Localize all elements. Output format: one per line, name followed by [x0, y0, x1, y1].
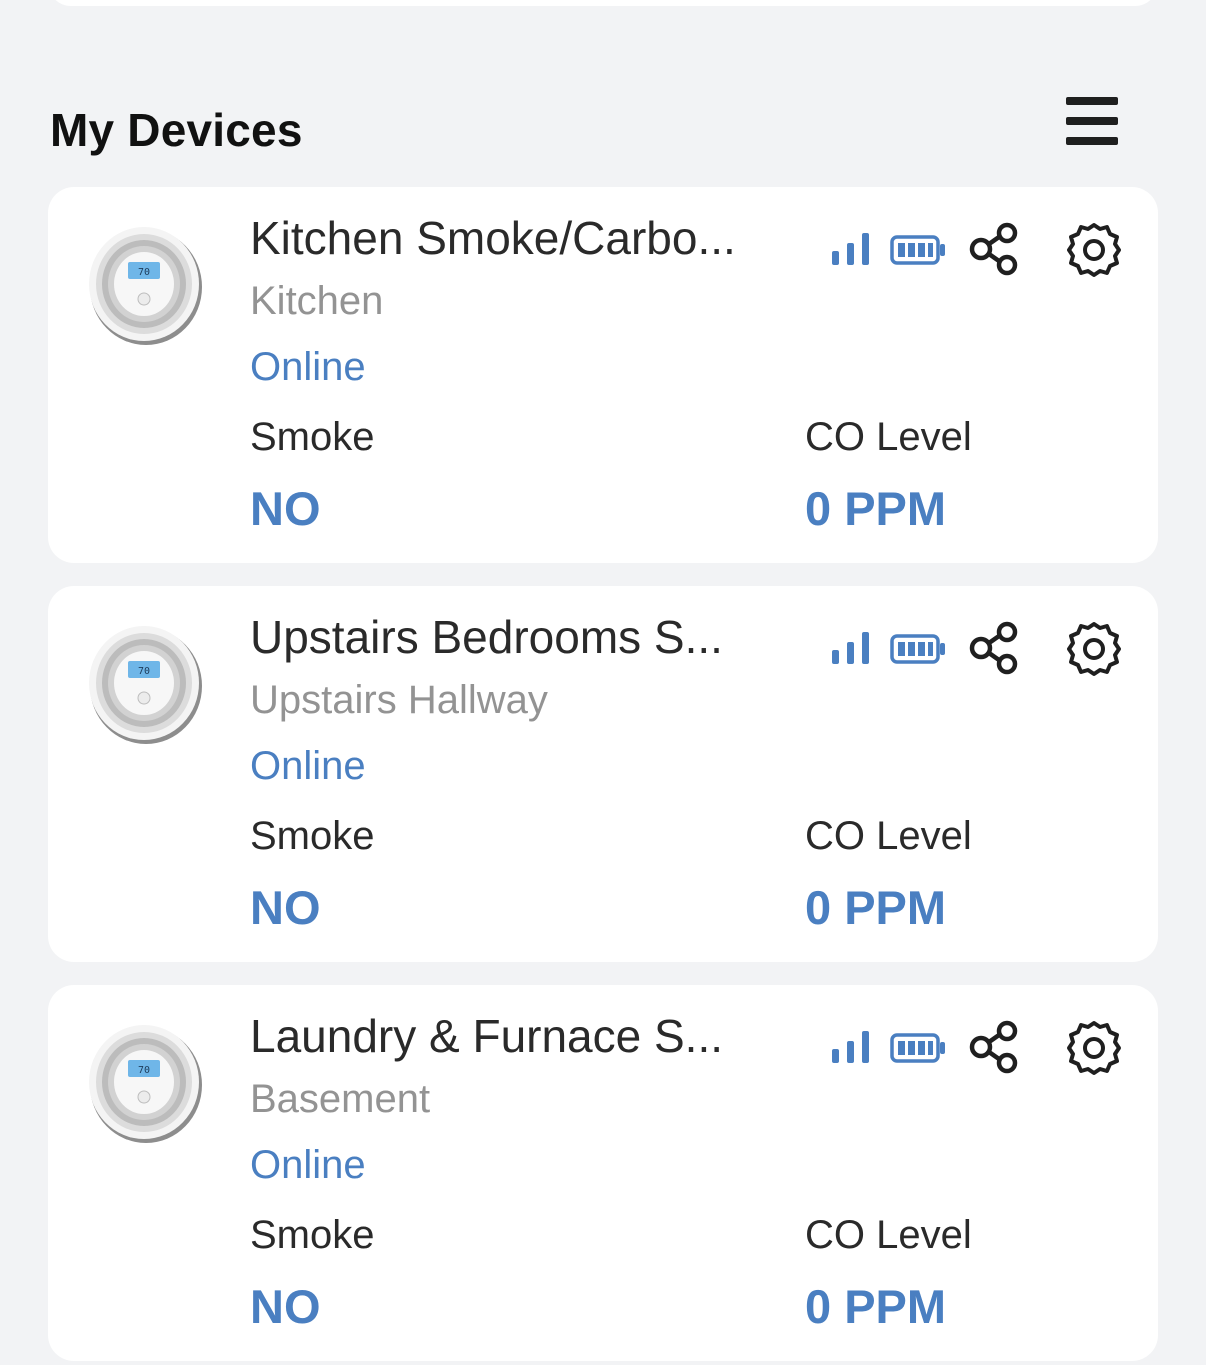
page-title: My Devices [50, 104, 303, 156]
device-name: Upstairs Bedrooms S... [250, 611, 723, 663]
smoke-value: NO [250, 482, 321, 535]
co-level-value: 0 PPM [805, 1280, 947, 1333]
signal-strength-icon [832, 632, 869, 664]
smoke-detector-image: 70 [89, 626, 202, 744]
smoke-value: NO [250, 881, 321, 934]
gear-icon[interactable] [1065, 620, 1123, 678]
battery-icon [890, 235, 945, 265]
display-reading: 70 [138, 267, 150, 278]
smoke-detector-image: 70 [89, 1025, 202, 1143]
share-icon[interactable] [968, 1019, 1022, 1075]
smoke-label: Smoke [250, 1213, 375, 1257]
smoke-label: Smoke [250, 415, 375, 459]
device-name: Laundry & Furnace S... [250, 1010, 724, 1062]
smoke-detector-image: 70 [89, 227, 202, 345]
previous-card [48, 0, 1158, 6]
display-reading: 70 [138, 1065, 150, 1076]
device-card[interactable]: 70 Kitchen Smoke/Carbo... Kitchen Online… [48, 187, 1158, 563]
device-room: Basement [250, 1077, 431, 1121]
co-level-label: CO Level [805, 415, 972, 459]
device-room: Upstairs Hallway [250, 678, 548, 722]
gear-icon[interactable] [1065, 1019, 1123, 1077]
battery-icon [890, 1033, 945, 1063]
display-reading: 70 [138, 666, 150, 677]
menu-icon[interactable] [1064, 95, 1120, 147]
signal-strength-icon [832, 233, 869, 265]
smoke-label: Smoke [250, 814, 375, 858]
co-level-value: 0 PPM [805, 482, 947, 535]
device-status: Online [250, 744, 366, 788]
battery-icon [890, 634, 945, 664]
device-card[interactable]: 70 Upstairs Bedrooms S... Upstairs Hallw… [48, 586, 1158, 962]
device-status: Online [250, 345, 366, 389]
co-level-label: CO Level [805, 814, 972, 858]
menu-icon-bar [1066, 137, 1118, 145]
device-room: Kitchen [250, 279, 384, 323]
device-name: Kitchen Smoke/Carbo... [250, 212, 736, 264]
co-level-value: 0 PPM [805, 881, 947, 934]
signal-strength-icon [832, 1031, 869, 1063]
smoke-value: NO [250, 1280, 321, 1333]
menu-icon-bar [1066, 97, 1118, 105]
device-status: Online [250, 1143, 366, 1187]
share-icon[interactable] [968, 221, 1022, 277]
menu-icon-bar [1066, 117, 1118, 125]
gear-icon[interactable] [1065, 221, 1123, 279]
my-devices-header: My Devices [50, 95, 1130, 165]
co-level-label: CO Level [805, 1213, 972, 1257]
share-icon[interactable] [968, 620, 1022, 676]
device-card[interactable]: 70 Laundry & Furnace S... Basement Onlin… [48, 985, 1158, 1361]
